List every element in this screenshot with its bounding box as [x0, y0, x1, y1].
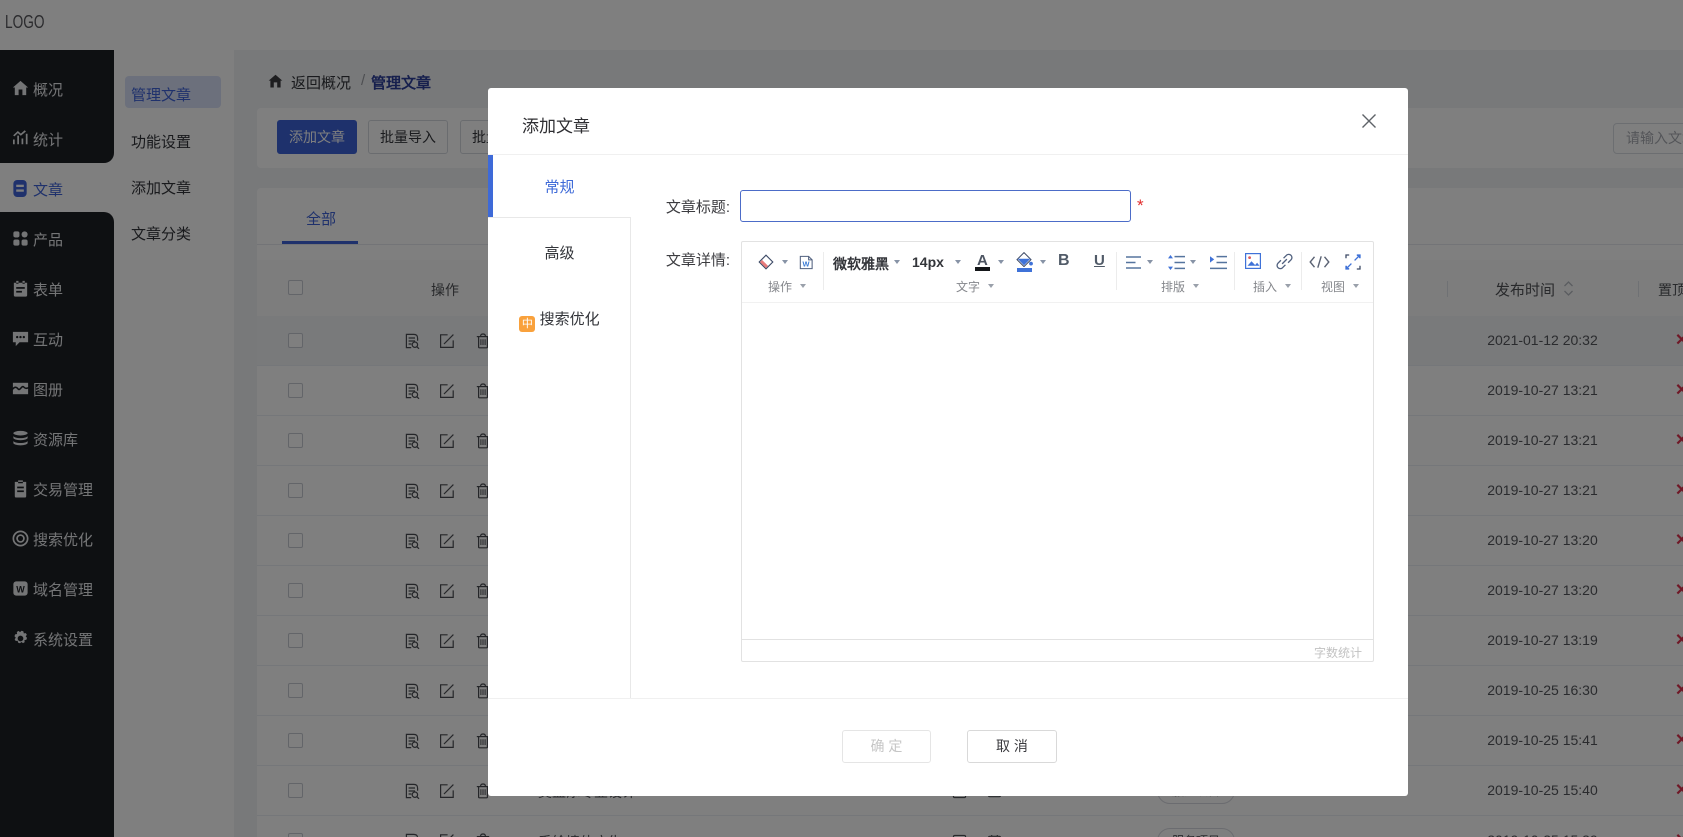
svg-text:W: W: [802, 259, 809, 268]
